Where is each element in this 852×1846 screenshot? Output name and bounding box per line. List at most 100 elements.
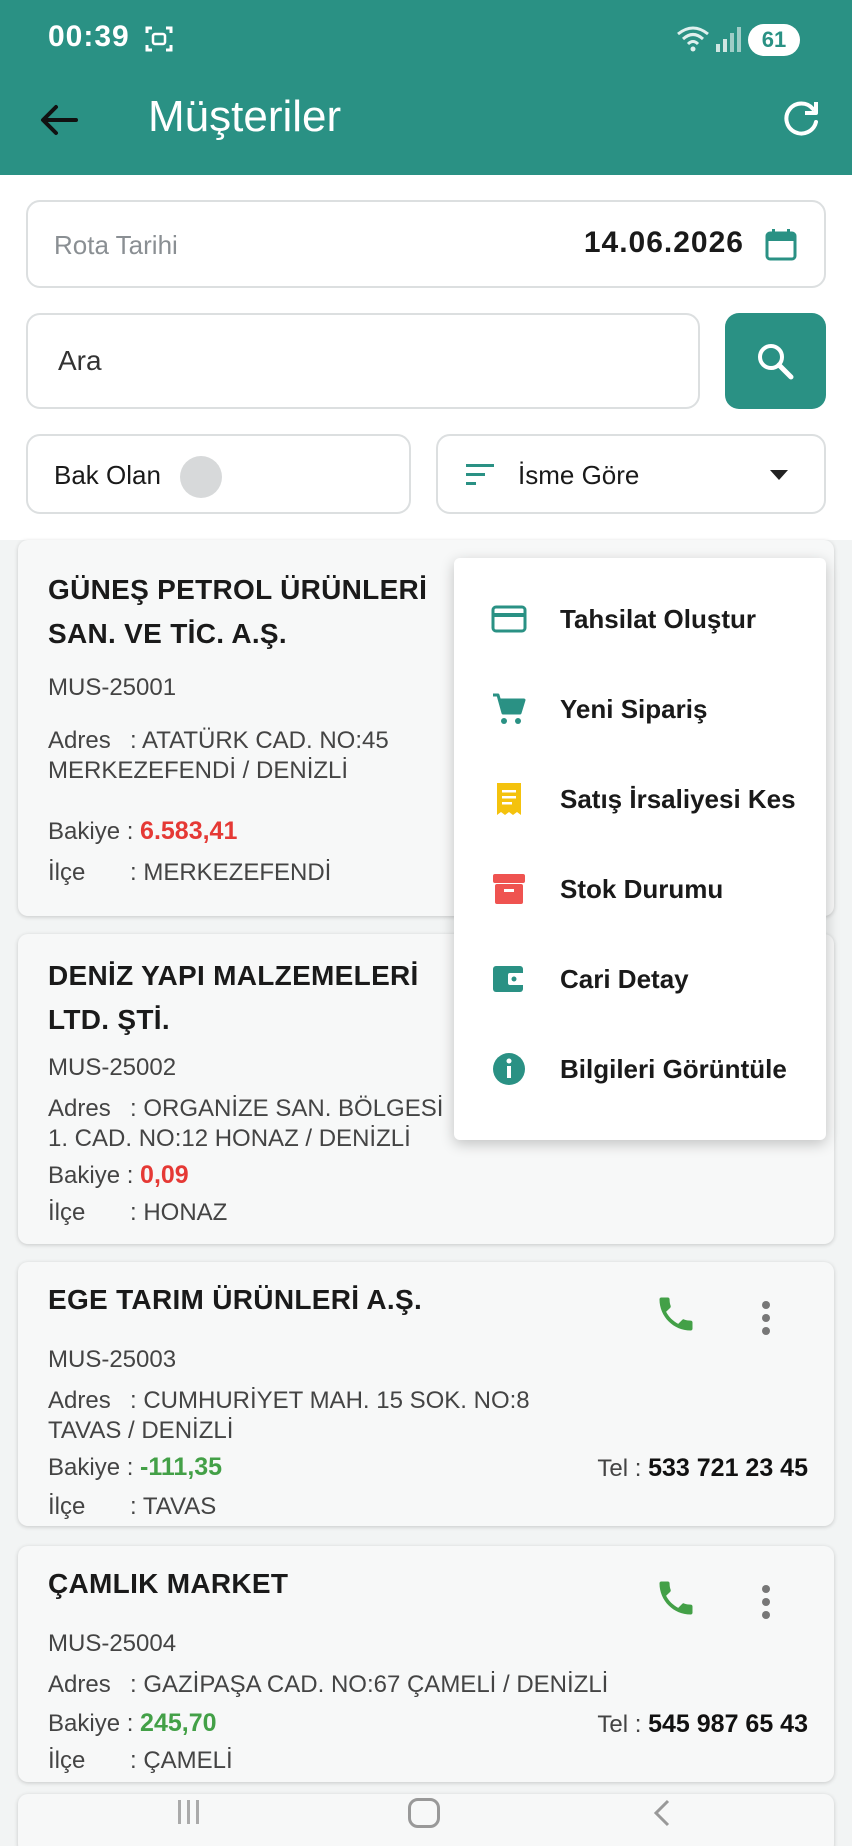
menu-item-tahsilat[interactable]: Tahsilat Oluştur xyxy=(454,574,826,664)
customer-card[interactable]: ÇAMLIK MARKET MUS-25004 Adres : GAZİPAŞA … xyxy=(18,1546,834,1782)
balance-value: 0,09 xyxy=(140,1161,189,1189)
customer-name: EGE TARIM ÜRÜNLERİ A.Ş. xyxy=(48,1284,423,1315)
customer-card[interactable]: EGE TARIM ÜRÜNLERİ A.Ş. MUS-25003 Adres:… xyxy=(18,1262,834,1526)
district-value: : ÇAMELİ xyxy=(130,1747,233,1774)
menu-item-label: Tahsilat Oluştur xyxy=(560,604,756,634)
customer-district: İlçe : MERKEZEFENDİ xyxy=(48,858,331,888)
recent-apps-icon[interactable] xyxy=(176,1798,202,1826)
district-label: İlçe xyxy=(48,1747,86,1774)
customer-balance: Bakiye : 245,70 xyxy=(48,1708,217,1739)
menu-item-yeni-siparis[interactable]: Yeni Sipariş xyxy=(454,664,826,754)
address-label: Adres xyxy=(48,1671,111,1698)
customer-district: İlçe : HONAZ xyxy=(48,1198,227,1228)
menu-item-satis-irsaliyesi[interactable]: Satış İrsaliyesi Kes xyxy=(454,754,826,844)
customer-balance: Bakiye : -111,35 xyxy=(48,1452,222,1483)
district-value: : HONAZ xyxy=(130,1199,228,1226)
screen-recorder-icon xyxy=(145,26,173,52)
balance-value: 6.583,41 xyxy=(140,817,238,845)
system-nav-bar xyxy=(0,1788,852,1846)
customer-code: MUS-25003 xyxy=(48,1346,177,1373)
refresh-icon[interactable] xyxy=(780,98,822,140)
bak-olan-filter[interactable]: Bak Olan xyxy=(26,434,411,514)
sort-selected-value: İsme Göre xyxy=(518,460,640,490)
balance-label: Bakiye : xyxy=(48,818,134,845)
page-title: Müşteriler xyxy=(148,92,342,141)
address-label: Adres xyxy=(48,1387,111,1414)
menu-item-stok-durumu[interactable]: Stok Durumu xyxy=(454,844,826,934)
more-vert-icon[interactable] xyxy=(760,1300,772,1336)
dropdown-caret-icon xyxy=(770,470,788,480)
balance-value: 245,70 xyxy=(140,1709,217,1737)
phone-number: 545 987 65 43 xyxy=(648,1710,808,1738)
bak-olan-toggle[interactable] xyxy=(180,456,222,498)
menu-item-bilgileri-goruntule[interactable]: Bilgileri Görüntüle xyxy=(454,1024,826,1114)
info-icon xyxy=(493,1053,525,1085)
calendar-icon[interactable] xyxy=(764,228,798,262)
bak-olan-label: Bak Olan xyxy=(54,460,161,490)
phone-label: Tel : xyxy=(597,1711,642,1738)
search-field[interactable] xyxy=(26,313,700,409)
route-date-value: 14.06.2026 xyxy=(583,226,744,259)
search-input[interactable] xyxy=(30,317,690,405)
more-vert-icon[interactable] xyxy=(760,1584,772,1620)
customer-address: Adres : GAZİPAŞA CAD. NO:67 ÇAMELİ / DENİ… xyxy=(48,1670,688,1700)
signal-icon xyxy=(716,27,741,52)
district-label: İlçe xyxy=(48,859,86,886)
menu-item-label: Yeni Sipariş xyxy=(560,694,708,724)
customer-code: MUS-25002 xyxy=(48,1054,177,1081)
wifi-icon xyxy=(677,26,709,52)
menu-item-label: Cari Detay xyxy=(560,964,689,994)
customer-phone[interactable]: Tel : 545 987 65 43 xyxy=(597,1710,808,1739)
customer-address: Adres: CUMHURİYET MAH. 15 SOK. NO:8 TAVA… xyxy=(48,1386,548,1446)
menu-item-label: Stok Durumu xyxy=(560,874,724,904)
customer-address: Adres: ORGANİZE SAN. BÖLGESİ 1. CAD. NO:… xyxy=(48,1094,448,1154)
balance-value: -111,35 xyxy=(140,1453,223,1481)
phone-icon[interactable] xyxy=(654,1576,698,1620)
customer-context-menu: Tahsilat Oluştur Yeni Sipariş Satış İrsa… xyxy=(454,558,826,1140)
back-arrow-icon[interactable] xyxy=(36,98,80,142)
archive-icon xyxy=(493,874,525,904)
customer-code: MUS-25004 xyxy=(48,1630,177,1657)
wallet-icon xyxy=(493,966,525,992)
search-button[interactable] xyxy=(725,313,826,409)
status-time: 00:39 xyxy=(48,20,130,53)
receipt-icon xyxy=(497,783,521,815)
address-label: Adres xyxy=(48,727,111,754)
route-date-field[interactable]: Rota Tarihi 14.06.2026 xyxy=(26,200,826,288)
customer-name: GÜNEŞ PETROL ÜRÜNLERİ SAN. VE TİC. A.Ş. xyxy=(48,574,428,649)
customer-phone[interactable]: Tel : 533 721 23 45 xyxy=(597,1454,808,1483)
balance-label: Bakiye : xyxy=(48,1710,134,1737)
customer-balance: Bakiye : 6.583,41 xyxy=(48,816,237,847)
customer-district: İlçe : ÇAMELİ xyxy=(48,1746,233,1776)
menu-item-label: Bilgileri Görüntüle xyxy=(560,1054,787,1084)
nav-back-icon[interactable] xyxy=(650,1798,674,1828)
phone-icon[interactable] xyxy=(654,1292,698,1336)
battery-level: 61 xyxy=(748,24,800,56)
menu-item-label: Satış İrsaliyesi Kes xyxy=(560,784,796,814)
app-bar: 00:39 61 Müşteriler xyxy=(0,0,852,175)
phone-number: 533 721 23 45 xyxy=(648,1454,808,1482)
customer-address: Adres: ATATÜRK CAD. NO:45 MERKEZEFENDİ /… xyxy=(48,726,428,786)
credit-card-icon xyxy=(491,605,527,633)
customer-balance: Bakiye : 0,09 xyxy=(48,1160,189,1191)
sort-dropdown[interactable]: İsme Göre xyxy=(436,434,826,514)
sort-icon xyxy=(466,464,494,485)
menu-item-cari-detay[interactable]: Cari Detay xyxy=(454,934,826,1024)
home-icon[interactable] xyxy=(408,1798,440,1828)
district-label: İlçe xyxy=(48,1199,86,1226)
district-value: : MERKEZEFENDİ xyxy=(130,859,332,886)
address-value: : GAZİPAŞA CAD. NO:67 ÇAMELİ / DENİZLİ xyxy=(130,1671,609,1698)
balance-label: Bakiye : xyxy=(48,1162,134,1189)
route-date-label: Rota Tarihi xyxy=(54,230,178,260)
cart-icon xyxy=(493,693,526,724)
district-value: : TAVAS xyxy=(130,1493,217,1520)
customer-name: DENİZ YAPI MALZEMELERİ LTD. ŞTİ. xyxy=(48,960,419,1035)
customer-district: İlçe: TAVAS xyxy=(48,1492,216,1522)
status-bar: 00:39 61 xyxy=(0,0,852,80)
address-label: Adres xyxy=(48,1095,111,1122)
search-icon xyxy=(758,344,794,380)
phone-label: Tel : xyxy=(597,1455,642,1482)
balance-label: Bakiye : xyxy=(48,1454,134,1481)
customer-code: MUS-25001 xyxy=(48,674,177,701)
customer-name: ÇAMLIK MARKET xyxy=(48,1568,289,1599)
